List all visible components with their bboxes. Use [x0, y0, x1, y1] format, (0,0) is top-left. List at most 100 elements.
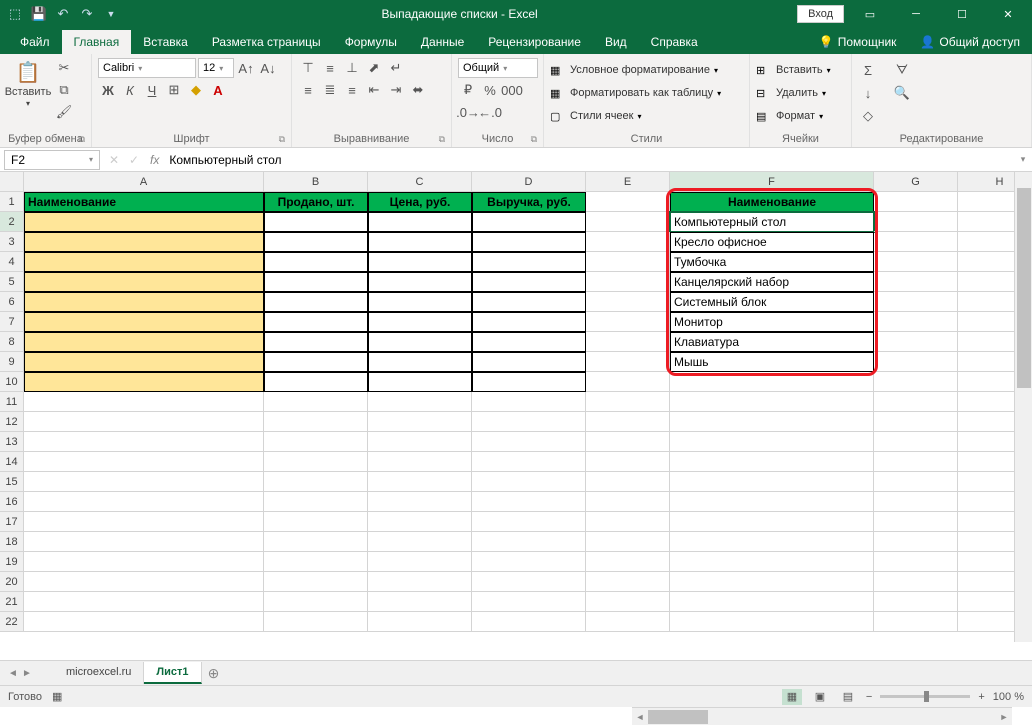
- cell-D2[interactable]: [472, 212, 586, 232]
- cell-D16[interactable]: [472, 492, 586, 512]
- tab-insert[interactable]: Вставка: [131, 30, 200, 54]
- clipboard-dialog-icon[interactable]: ⧉: [79, 134, 85, 145]
- font-size-combo[interactable]: 12▾: [198, 58, 234, 78]
- cell-G11[interactable]: [874, 392, 958, 412]
- cell-D9[interactable]: [472, 352, 586, 372]
- cell-B20[interactable]: [264, 572, 368, 592]
- cell-G5[interactable]: [874, 272, 958, 292]
- cell-C14[interactable]: [368, 452, 472, 472]
- cell-G12[interactable]: [874, 412, 958, 432]
- cell-A9[interactable]: [24, 352, 264, 372]
- align-dialog-icon[interactable]: ⧉: [439, 134, 445, 145]
- conditional-formatting-button[interactable]: ▦Условное форматирование▾: [550, 60, 718, 80]
- login-button[interactable]: Вход: [797, 5, 844, 23]
- italic-button[interactable]: К: [120, 80, 140, 100]
- cell-E19[interactable]: [586, 552, 670, 572]
- cell-E17[interactable]: [586, 512, 670, 532]
- tab-review[interactable]: Рецензирование: [476, 30, 593, 54]
- horizontal-scrollbar[interactable]: ◄►: [632, 707, 1012, 725]
- wrap-text-button[interactable]: ↵: [386, 58, 406, 78]
- cell-G14[interactable]: [874, 452, 958, 472]
- cell-G16[interactable]: [874, 492, 958, 512]
- cell-F8[interactable]: Клавиатура: [670, 332, 874, 352]
- cell-E22[interactable]: [586, 612, 670, 632]
- cell-F12[interactable]: [670, 412, 874, 432]
- cell-C20[interactable]: [368, 572, 472, 592]
- cell-E1[interactable]: [586, 192, 670, 212]
- cell-A16[interactable]: [24, 492, 264, 512]
- view-layout-button[interactable]: ▣: [810, 689, 830, 705]
- row-header-8[interactable]: 8: [0, 332, 24, 352]
- cell-D8[interactable]: [472, 332, 586, 352]
- cell-D22[interactable]: [472, 612, 586, 632]
- cell-E4[interactable]: [586, 252, 670, 272]
- cell-F19[interactable]: [670, 552, 874, 572]
- tab-file[interactable]: Файл: [8, 30, 62, 54]
- sheet-nav-next[interactable]: ►: [20, 668, 34, 679]
- cell-B14[interactable]: [264, 452, 368, 472]
- fill-button[interactable]: ↓: [858, 83, 878, 103]
- font-name-combo[interactable]: Calibri▾: [98, 58, 196, 78]
- cell-F5[interactable]: Канцелярский набор: [670, 272, 874, 292]
- save-icon[interactable]: 💾: [28, 3, 50, 25]
- cell-D4[interactable]: [472, 252, 586, 272]
- cell-C9[interactable]: [368, 352, 472, 372]
- cell-E9[interactable]: [586, 352, 670, 372]
- zoom-out-button[interactable]: −: [866, 691, 872, 703]
- font-dialog-icon[interactable]: ⧉: [279, 134, 285, 145]
- cell-A14[interactable]: [24, 452, 264, 472]
- sheet-tab-1[interactable]: Лист1: [144, 662, 201, 684]
- cell-A6[interactable]: [24, 292, 264, 312]
- cell-G3[interactable]: [874, 232, 958, 252]
- row-header-11[interactable]: 11: [0, 392, 24, 412]
- cell-D13[interactable]: [472, 432, 586, 452]
- cell-C15[interactable]: [368, 472, 472, 492]
- font-color-button[interactable]: А: [208, 80, 228, 100]
- cell-A11[interactable]: [24, 392, 264, 412]
- cell-E10[interactable]: [586, 372, 670, 392]
- cell-F21[interactable]: [670, 592, 874, 612]
- cell-B7[interactable]: [264, 312, 368, 332]
- percent-button[interactable]: %: [480, 80, 500, 100]
- row-header-22[interactable]: 22: [0, 612, 24, 632]
- cell-B9[interactable]: [264, 352, 368, 372]
- format-painter-button[interactable]: 🖌: [54, 102, 74, 122]
- cell-F10[interactable]: [670, 372, 874, 392]
- row-header-15[interactable]: 15: [0, 472, 24, 492]
- cell-C3[interactable]: [368, 232, 472, 252]
- orientation-button[interactable]: ⬈: [364, 58, 384, 78]
- cell-B5[interactable]: [264, 272, 368, 292]
- cell-E2[interactable]: [586, 212, 670, 232]
- align-right-button[interactable]: ≡: [342, 80, 362, 100]
- copy-button[interactable]: ⧉: [54, 80, 74, 100]
- row-header-19[interactable]: 19: [0, 552, 24, 572]
- cell-F22[interactable]: [670, 612, 874, 632]
- cell-G22[interactable]: [874, 612, 958, 632]
- cell-A13[interactable]: [24, 432, 264, 452]
- cell-D1[interactable]: Выручка, руб.: [472, 192, 586, 212]
- cell-G20[interactable]: [874, 572, 958, 592]
- cell-F17[interactable]: [670, 512, 874, 532]
- cell-D14[interactable]: [472, 452, 586, 472]
- tab-formulas[interactable]: Формулы: [333, 30, 409, 54]
- cell-B18[interactable]: [264, 532, 368, 552]
- cell-G4[interactable]: [874, 252, 958, 272]
- cell-B10[interactable]: [264, 372, 368, 392]
- format-cells-button[interactable]: ▤Формат▾: [756, 106, 823, 126]
- align-top-button[interactable]: ⊤: [298, 58, 318, 78]
- cell-B3[interactable]: [264, 232, 368, 252]
- cell-D20[interactable]: [472, 572, 586, 592]
- autosum-button[interactable]: Σ: [858, 60, 878, 80]
- tab-view[interactable]: Вид: [593, 30, 639, 54]
- cell-C18[interactable]: [368, 532, 472, 552]
- cell-F18[interactable]: [670, 532, 874, 552]
- decrease-font-button[interactable]: A↓: [258, 58, 278, 78]
- cell-G18[interactable]: [874, 532, 958, 552]
- cell-C4[interactable]: [368, 252, 472, 272]
- cell-G6[interactable]: [874, 292, 958, 312]
- cell-C7[interactable]: [368, 312, 472, 332]
- row-header-21[interactable]: 21: [0, 592, 24, 612]
- zoom-level[interactable]: 100 %: [993, 691, 1024, 703]
- col-header-C[interactable]: C: [368, 172, 472, 192]
- accept-formula-icon[interactable]: ✓: [124, 153, 144, 167]
